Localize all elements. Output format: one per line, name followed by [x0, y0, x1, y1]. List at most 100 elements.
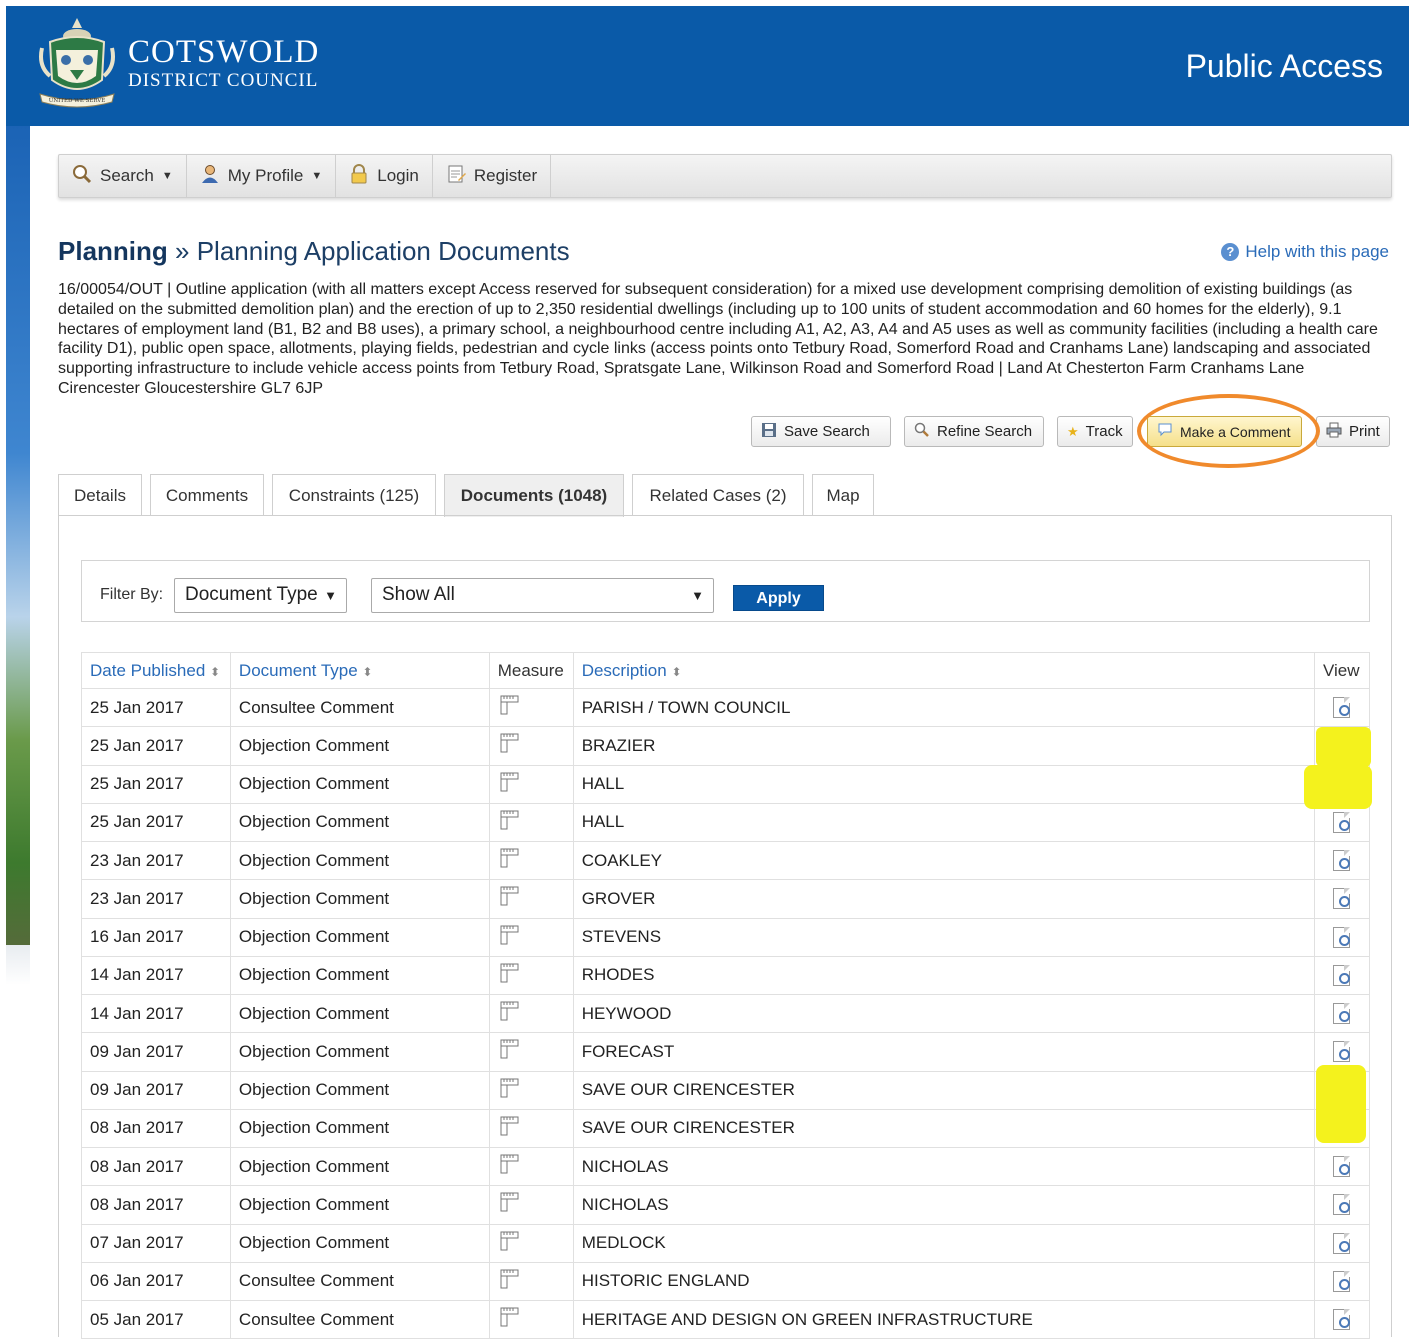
track-button[interactable]: ★ Track — [1057, 416, 1133, 447]
background-landscape-strip — [6, 125, 30, 945]
view-document-icon[interactable] — [1333, 697, 1351, 719]
help-link[interactable]: ? Help with this page — [1221, 242, 1389, 262]
cell-description: STEVENS — [572, 917, 1315, 957]
table-row: 25 Jan 2017 Consultee Comment PARISH / TOW… — [81, 687, 1371, 728]
cell-view — [1313, 879, 1371, 919]
measure-ruler-icon[interactable] — [498, 809, 520, 836]
table-row: 14 Jan 2017 Objection Comment RHODES — [81, 955, 1371, 996]
measure-ruler-icon[interactable] — [498, 847, 520, 874]
sort-description[interactable]: Description ⬍ — [572, 652, 1315, 689]
show-filter-select-value: Show All — [382, 584, 455, 605]
measure-ruler-icon[interactable] — [498, 1268, 520, 1295]
table-row: 23 Jan 2017 Objection Comment GROVER — [81, 879, 1371, 919]
view-document-icon[interactable] — [1333, 926, 1351, 948]
star-icon: ★ — [1067, 423, 1079, 439]
measure-ruler-icon[interactable] — [498, 1153, 520, 1180]
view-document-icon[interactable] — [1333, 1041, 1351, 1063]
measure-ruler-icon[interactable] — [498, 962, 520, 989]
cell-measure — [488, 687, 574, 728]
measure-ruler-icon[interactable] — [498, 1306, 520, 1333]
help-icon: ? — [1221, 243, 1240, 261]
cell-document-type: Objection Comment — [229, 840, 490, 881]
measure-ruler-icon[interactable] — [498, 924, 520, 951]
view-document-icon[interactable] — [1333, 1003, 1351, 1025]
view-document-icon[interactable] — [1333, 850, 1351, 872]
measure-ruler-icon[interactable] — [498, 1115, 520, 1142]
magnifier-icon — [914, 422, 930, 442]
header-type-label: Document Type — [238, 660, 358, 680]
tab-map[interactable]: Map — [812, 474, 874, 516]
sort-document-type[interactable]: Document Type ⬍ — [229, 652, 490, 689]
tab-details[interactable]: Details — [58, 474, 142, 516]
cell-description: HERITAGE AND DESIGN ON GREEN INFRASTRUCT… — [572, 1299, 1315, 1339]
print-label: Print — [1349, 423, 1380, 440]
apply-button[interactable]: Apply — [733, 585, 824, 611]
cell-measure — [488, 1299, 574, 1339]
print-button[interactable]: Print — [1316, 416, 1390, 447]
cell-view — [1313, 840, 1371, 881]
cell-document-type: Objection Comment — [229, 1070, 490, 1110]
measure-ruler-icon[interactable] — [498, 885, 520, 912]
refine-search-label: Refine Search — [937, 423, 1033, 440]
view-document-icon[interactable] — [1333, 1270, 1351, 1292]
measure-ruler-icon[interactable] — [498, 694, 520, 721]
measure-ruler-icon[interactable] — [498, 1077, 520, 1104]
printer-icon — [1326, 422, 1342, 442]
tab-documents[interactable]: Documents (1048) — [444, 474, 624, 517]
background-fade — [6, 945, 30, 985]
cell-description: COAKLEY — [572, 840, 1315, 881]
view-document-icon[interactable] — [1333, 1309, 1351, 1331]
dropdown-arrow-icon: ▼ — [691, 588, 704, 603]
cell-view — [1313, 955, 1371, 996]
refine-search-button[interactable]: Refine Search — [904, 416, 1044, 447]
tab-related-cases[interactable]: Related Cases (2) — [632, 474, 804, 516]
sort-date-published[interactable]: Date Published ⬍ — [81, 652, 231, 689]
measure-ruler-icon[interactable] — [498, 1000, 520, 1027]
cell-measure — [488, 917, 574, 957]
table-row: 25 Jan 2017 Objection Comment HALL — [81, 802, 1371, 843]
view-document-icon[interactable] — [1333, 1194, 1351, 1216]
view-document-icon[interactable] — [1333, 888, 1351, 910]
cell-document-type: Objection Comment — [229, 802, 490, 843]
sort-arrows-icon: ⬍ — [210, 664, 221, 679]
view-document-icon[interactable] — [1333, 811, 1351, 833]
cell-date-published: 23 Jan 2017 — [81, 840, 231, 881]
measure-ruler-icon[interactable] — [498, 771, 520, 798]
view-document-icon[interactable] — [1333, 1232, 1351, 1254]
header-date-label: Date Published — [90, 660, 206, 680]
header-view: View — [1313, 652, 1371, 689]
breadcrumb-current: Planning Application Documents — [196, 236, 570, 266]
cell-document-type: Objection Comment — [229, 1185, 490, 1225]
table-header-row: Date Published ⬍ Document Type ⬍ Measure… — [81, 652, 1371, 689]
measure-ruler-icon[interactable] — [498, 1191, 520, 1218]
menu-search[interactable]: Search ▼ — [59, 155, 187, 197]
cell-measure — [488, 993, 574, 1034]
table-row: 08 Jan 2017 Objection Comment NICHOLAS — [81, 1146, 1371, 1187]
measure-ruler-icon[interactable] — [498, 1038, 520, 1065]
tab-comments[interactable]: Comments — [150, 474, 264, 516]
save-search-button[interactable]: Save Search — [751, 416, 891, 447]
cell-description: BRAZIER — [572, 726, 1315, 766]
document-type-select[interactable]: Document Type ▼ — [174, 578, 347, 613]
menu-search-label: Search — [100, 166, 154, 185]
menu-my-profile[interactable]: My Profile ▼ — [187, 155, 337, 197]
table-row: 14 Jan 2017 Objection Comment HEYWOOD — [81, 993, 1371, 1034]
cell-date-published: 08 Jan 2017 — [81, 1185, 231, 1225]
view-document-icon[interactable] — [1333, 964, 1351, 986]
cell-description: SAVE OUR CIRENCESTER — [572, 1070, 1315, 1110]
table-row: 25 Jan 2017 Objection Comment HALL — [81, 764, 1371, 804]
menu-my-profile-label: My Profile — [227, 166, 304, 185]
menu-login[interactable]: Login — [336, 155, 433, 197]
cell-measure — [488, 1223, 574, 1263]
header-measure: Measure — [488, 652, 574, 689]
tab-constraints[interactable]: Constraints (125) — [272, 474, 436, 516]
menu-register[interactable]: Register — [433, 155, 552, 197]
measure-ruler-icon[interactable] — [498, 1230, 520, 1257]
measure-ruler-icon[interactable] — [498, 732, 520, 759]
cell-description: RHODES — [572, 955, 1315, 996]
cell-view — [1313, 1223, 1371, 1263]
view-document-icon[interactable] — [1333, 1156, 1351, 1178]
cell-measure — [488, 802, 574, 843]
show-filter-select[interactable]: Show All ▼ — [371, 578, 714, 613]
floppy-disk-icon — [761, 422, 777, 442]
